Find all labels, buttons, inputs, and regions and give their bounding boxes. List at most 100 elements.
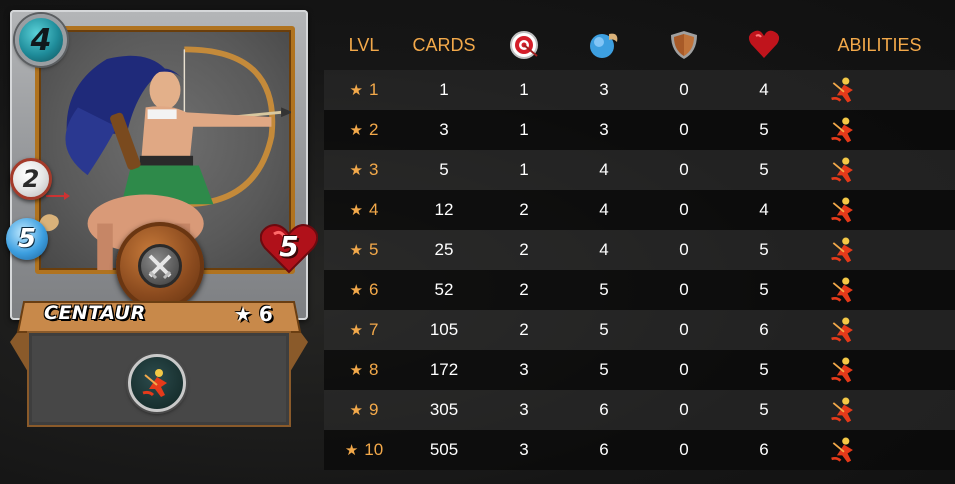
ranged-archer-icon[interactable] — [828, 394, 860, 426]
ranged-attack-badge: 2 — [10, 158, 52, 200]
row-cards: 172 — [429, 360, 459, 379]
row-abilities — [804, 70, 955, 110]
crossed-swords-icon — [138, 244, 182, 288]
card-level: ★ 6 — [234, 302, 273, 326]
ranged-attack-target-icon — [510, 31, 538, 59]
row-cards: 1 — [439, 80, 449, 99]
table-row: ★ 6 52 2 5 0 5 — [324, 270, 955, 310]
row-cards: 505 — [429, 440, 459, 459]
star-icon: ★ — [349, 242, 363, 259]
row-level: ★ 10 — [324, 430, 404, 470]
row-ranged-attack: 1 — [519, 160, 529, 179]
ability-slot[interactable] — [128, 354, 186, 412]
row-abilities — [804, 150, 955, 190]
row-level-value: 10 — [364, 440, 384, 459]
row-level-value: 1 — [368, 80, 379, 99]
star-icon: ★ — [344, 442, 359, 459]
level-stats-table: LVL CARDS ABILITIES ★ 1 1 1 3 0 4 ★ 2 3 … — [324, 20, 955, 470]
row-level: ★ 4 — [324, 190, 404, 230]
star-icon: ★ — [349, 202, 363, 219]
row-armor: 0 — [679, 320, 689, 339]
row-abilities — [804, 270, 955, 310]
ranged-archer-icon[interactable] — [828, 154, 860, 186]
row-health: 6 — [759, 440, 769, 459]
ranged-archer-icon[interactable] — [828, 274, 860, 306]
star-icon: ★ — [349, 322, 363, 339]
ranged-archer-icon[interactable] — [828, 234, 860, 266]
row-level-value: 6 — [368, 280, 379, 299]
row-armor: 0 — [679, 80, 689, 99]
star-icon: ★ — [349, 82, 363, 99]
row-health: 5 — [759, 360, 769, 379]
row-level: ★ 5 — [324, 230, 404, 270]
row-ranged-attack: 2 — [519, 280, 529, 299]
health-badge: 5 — [260, 222, 318, 274]
ranged-archer-icon[interactable] — [828, 354, 860, 386]
row-health: 4 — [759, 200, 769, 219]
ranged-archer-icon[interactable] — [828, 74, 860, 106]
row-level: ★ 6 — [324, 270, 404, 310]
row-speed: 4 — [599, 240, 609, 259]
row-level: ★ 9 — [324, 390, 404, 430]
row-armor: 0 — [679, 360, 689, 379]
header-cards: CARDS — [412, 34, 476, 55]
header-health — [724, 20, 804, 70]
star-icon: ★ — [349, 122, 363, 139]
row-ranged-attack: 1 — [519, 120, 529, 139]
table-row: ★ 10 505 3 6 0 6 — [324, 430, 955, 470]
row-health: 6 — [759, 320, 769, 339]
row-level: ★ 3 — [324, 150, 404, 190]
row-ranged-attack: 3 — [519, 440, 529, 459]
row-armor: 0 — [679, 240, 689, 259]
header-ranged-attack — [484, 20, 564, 70]
row-ranged-attack: 2 — [519, 240, 529, 259]
row-abilities — [804, 350, 955, 390]
health-heart-icon — [748, 30, 780, 58]
row-cards: 52 — [434, 280, 454, 299]
row-level-value: 7 — [368, 320, 379, 339]
header-speed — [564, 20, 644, 70]
row-health: 5 — [759, 160, 769, 179]
row-abilities — [804, 190, 955, 230]
row-cards: 105 — [429, 320, 459, 339]
ranged-archer-icon[interactable] — [828, 194, 860, 226]
row-armor: 0 — [679, 120, 689, 139]
attack-value: 2 — [22, 165, 40, 193]
row-level-value: 8 — [368, 360, 379, 379]
row-armor: 0 — [679, 400, 689, 419]
row-level-value: 9 — [368, 400, 379, 419]
row-speed: 5 — [599, 360, 609, 379]
ranged-archer-icon[interactable] — [828, 434, 860, 466]
ranged-archer-icon — [142, 369, 167, 397]
table-row: ★ 3 5 1 4 0 5 — [324, 150, 955, 190]
ranged-archer-icon[interactable] — [828, 314, 860, 346]
row-abilities — [804, 390, 955, 430]
star-icon: ★ — [349, 402, 363, 419]
row-speed: 4 — [599, 200, 609, 219]
speed-badge: 5 — [6, 218, 48, 260]
row-ranged-attack: 3 — [519, 360, 529, 379]
row-ranged-attack: 3 — [519, 400, 529, 419]
row-abilities — [804, 110, 955, 150]
row-armor: 0 — [679, 160, 689, 179]
speed-value: 5 — [17, 224, 37, 254]
header-armor — [644, 20, 724, 70]
armor-shield-icon — [671, 31, 697, 59]
star-icon: ★ — [349, 282, 363, 299]
row-speed: 5 — [599, 320, 609, 339]
health-value: 5 — [279, 229, 299, 263]
row-ranged-attack: 1 — [519, 80, 529, 99]
row-speed: 5 — [599, 280, 609, 299]
table-row: ★ 5 25 2 4 0 5 — [324, 230, 955, 270]
row-armor: 0 — [679, 280, 689, 299]
row-speed: 6 — [599, 400, 609, 419]
row-abilities — [804, 430, 955, 470]
row-speed: 3 — [599, 120, 609, 139]
row-level: ★ 8 — [324, 350, 404, 390]
mana-value: 4 — [30, 22, 52, 58]
monster-card[interactable]: 4 2 5 5 CENTAUR ★ 6 — [6, 10, 318, 427]
ranged-archer-icon[interactable] — [828, 114, 860, 146]
table-row: ★ 9 305 3 6 0 5 — [324, 390, 955, 430]
row-armor: 0 — [679, 440, 689, 459]
row-armor: 0 — [679, 200, 689, 219]
